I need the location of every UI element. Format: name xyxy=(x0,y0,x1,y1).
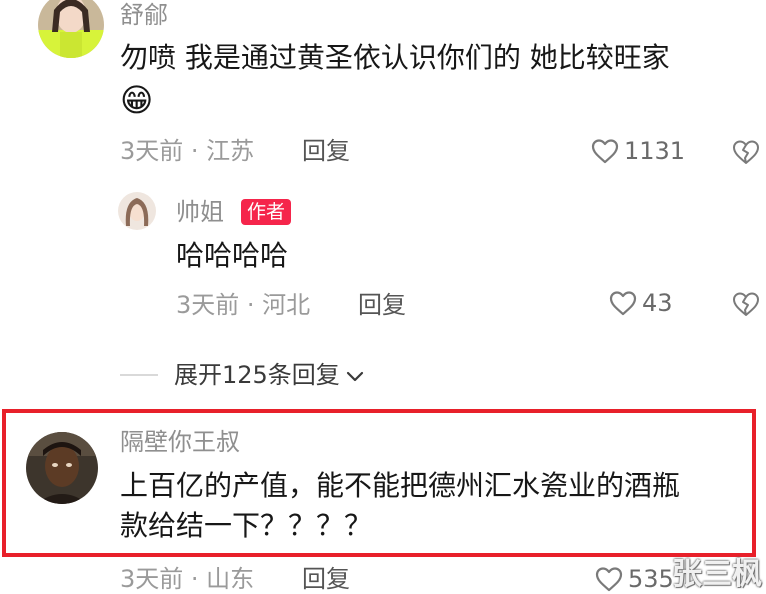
comment-time-location: 3天前 · 山东 xyxy=(120,565,255,593)
avatar[interactable] xyxy=(26,432,98,504)
reply-button[interactable]: 回复 xyxy=(358,290,406,320)
comment-text: 勿喷 我是通过黄圣依认识你们的 她比较旺家 xyxy=(120,41,670,74)
heart-outline-icon xyxy=(608,289,638,317)
comment-time-location: 3天前 · 江苏 xyxy=(120,137,255,165)
like-button[interactable]: 1131 xyxy=(590,136,685,166)
heart-outline-icon xyxy=(594,565,624,593)
comment-username[interactable]: 隔壁你王叔 xyxy=(120,427,240,457)
heart-outline-icon xyxy=(590,137,620,165)
watermark: 张三枫 xyxy=(672,557,762,592)
reply-button[interactable]: 回复 xyxy=(302,564,350,594)
expand-divider xyxy=(120,374,158,376)
avatar[interactable] xyxy=(38,0,104,58)
reply-username[interactable]: 帅姐 xyxy=(176,197,224,227)
avatar[interactable] xyxy=(118,192,156,230)
reply-time-location: 3天前 · 河北 xyxy=(176,291,311,319)
reply-button[interactable]: 回复 xyxy=(302,136,350,166)
comment-username[interactable]: 舒鄃 xyxy=(120,0,168,30)
expand-replies-label: 展开125条回复 xyxy=(174,361,340,389)
like-count: 1131 xyxy=(624,137,686,165)
like-count: 535 xyxy=(628,565,674,593)
expand-replies-button[interactable]: 展开125条回复 xyxy=(174,360,364,390)
dislike-button[interactable] xyxy=(732,290,760,318)
comment-emoji: 😁 xyxy=(120,81,154,119)
like-button[interactable]: 43 xyxy=(608,288,673,318)
comment-text-line2: 款给结一下？？？？ xyxy=(120,509,373,542)
author-badge: 作者 xyxy=(241,199,292,225)
broken-heart-icon xyxy=(732,138,760,166)
reply-text: 哈哈哈哈 xyxy=(176,239,289,272)
like-button[interactable]: 535 xyxy=(594,564,674,594)
comment-text: 上百亿的产值，能不能把德州汇水瓷业的酒瓶 xyxy=(120,469,681,502)
dislike-button[interactable] xyxy=(732,138,760,166)
chevron-down-icon xyxy=(346,360,364,390)
like-count: 43 xyxy=(642,289,673,317)
broken-heart-icon xyxy=(732,290,760,318)
